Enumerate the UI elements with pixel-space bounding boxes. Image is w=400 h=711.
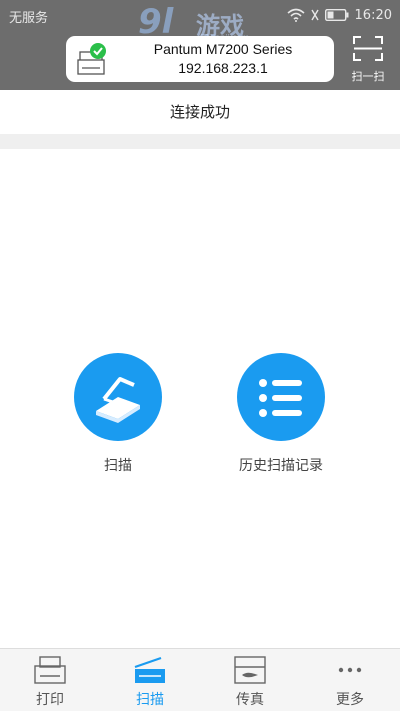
wifi-icon xyxy=(287,8,305,22)
device-card[interactable]: Pantum M7200 Series 192.168.223.1 xyxy=(66,36,334,82)
tab-fax-label: 传真 xyxy=(236,692,264,708)
scan-history-button[interactable] xyxy=(237,353,325,441)
no-sim-icon xyxy=(310,9,319,21)
device-name: Pantum M7200 Series xyxy=(153,41,293,57)
divider-band xyxy=(0,134,400,149)
tab-more[interactable]: 更多 xyxy=(300,649,400,711)
battery-icon xyxy=(324,9,349,21)
scanner-icon xyxy=(134,656,165,683)
fax-icon xyxy=(234,656,266,684)
tab-more-label: 更多 xyxy=(336,692,364,708)
printer-icon xyxy=(34,656,66,684)
connection-status: 连接成功 xyxy=(169,103,230,121)
scan-button[interactable] xyxy=(74,353,162,441)
scan-frame-icon xyxy=(353,36,383,61)
watermark-logo: 9l 游戏 91danji.com xyxy=(138,2,278,42)
scan-qr-button[interactable]: 扫一扫 xyxy=(346,32,390,84)
printer-connected-icon xyxy=(77,43,106,75)
scan-qr-label: 扫一扫 xyxy=(351,70,385,83)
app-header: 无服务 9l 游戏 91danji.com 16:20 xyxy=(0,0,400,90)
connected-check-badge xyxy=(90,43,106,59)
tab-fax[interactable]: 传真 xyxy=(200,649,300,711)
tab-print[interactable]: 打印 xyxy=(0,649,100,711)
scan-history-label: 历史扫描记录 xyxy=(239,458,323,474)
status-bar: 无服务 9l 游戏 91danji.com 16:20 xyxy=(0,0,400,42)
tab-print-label: 打印 xyxy=(36,692,64,708)
device-ip: 192.168.223.1 xyxy=(178,60,268,76)
list-icon xyxy=(259,379,302,417)
scan-history-action[interactable]: 历史扫描记录 xyxy=(206,353,356,475)
carrier-label: 无服务 xyxy=(9,11,49,26)
clock: 16:20 xyxy=(354,7,392,23)
scan-action-label: 扫描 xyxy=(104,458,132,474)
more-icon xyxy=(338,667,362,673)
tab-scan-label: 扫描 xyxy=(136,692,164,708)
bottom-tab-bar: 打印 扫描 传真 更多 xyxy=(0,648,400,711)
scan-action[interactable]: 扫描 xyxy=(43,353,193,475)
status-icons: 16:20 xyxy=(287,7,392,23)
tab-scan[interactable]: 扫描 xyxy=(100,649,200,711)
scanner-icon xyxy=(96,377,140,423)
